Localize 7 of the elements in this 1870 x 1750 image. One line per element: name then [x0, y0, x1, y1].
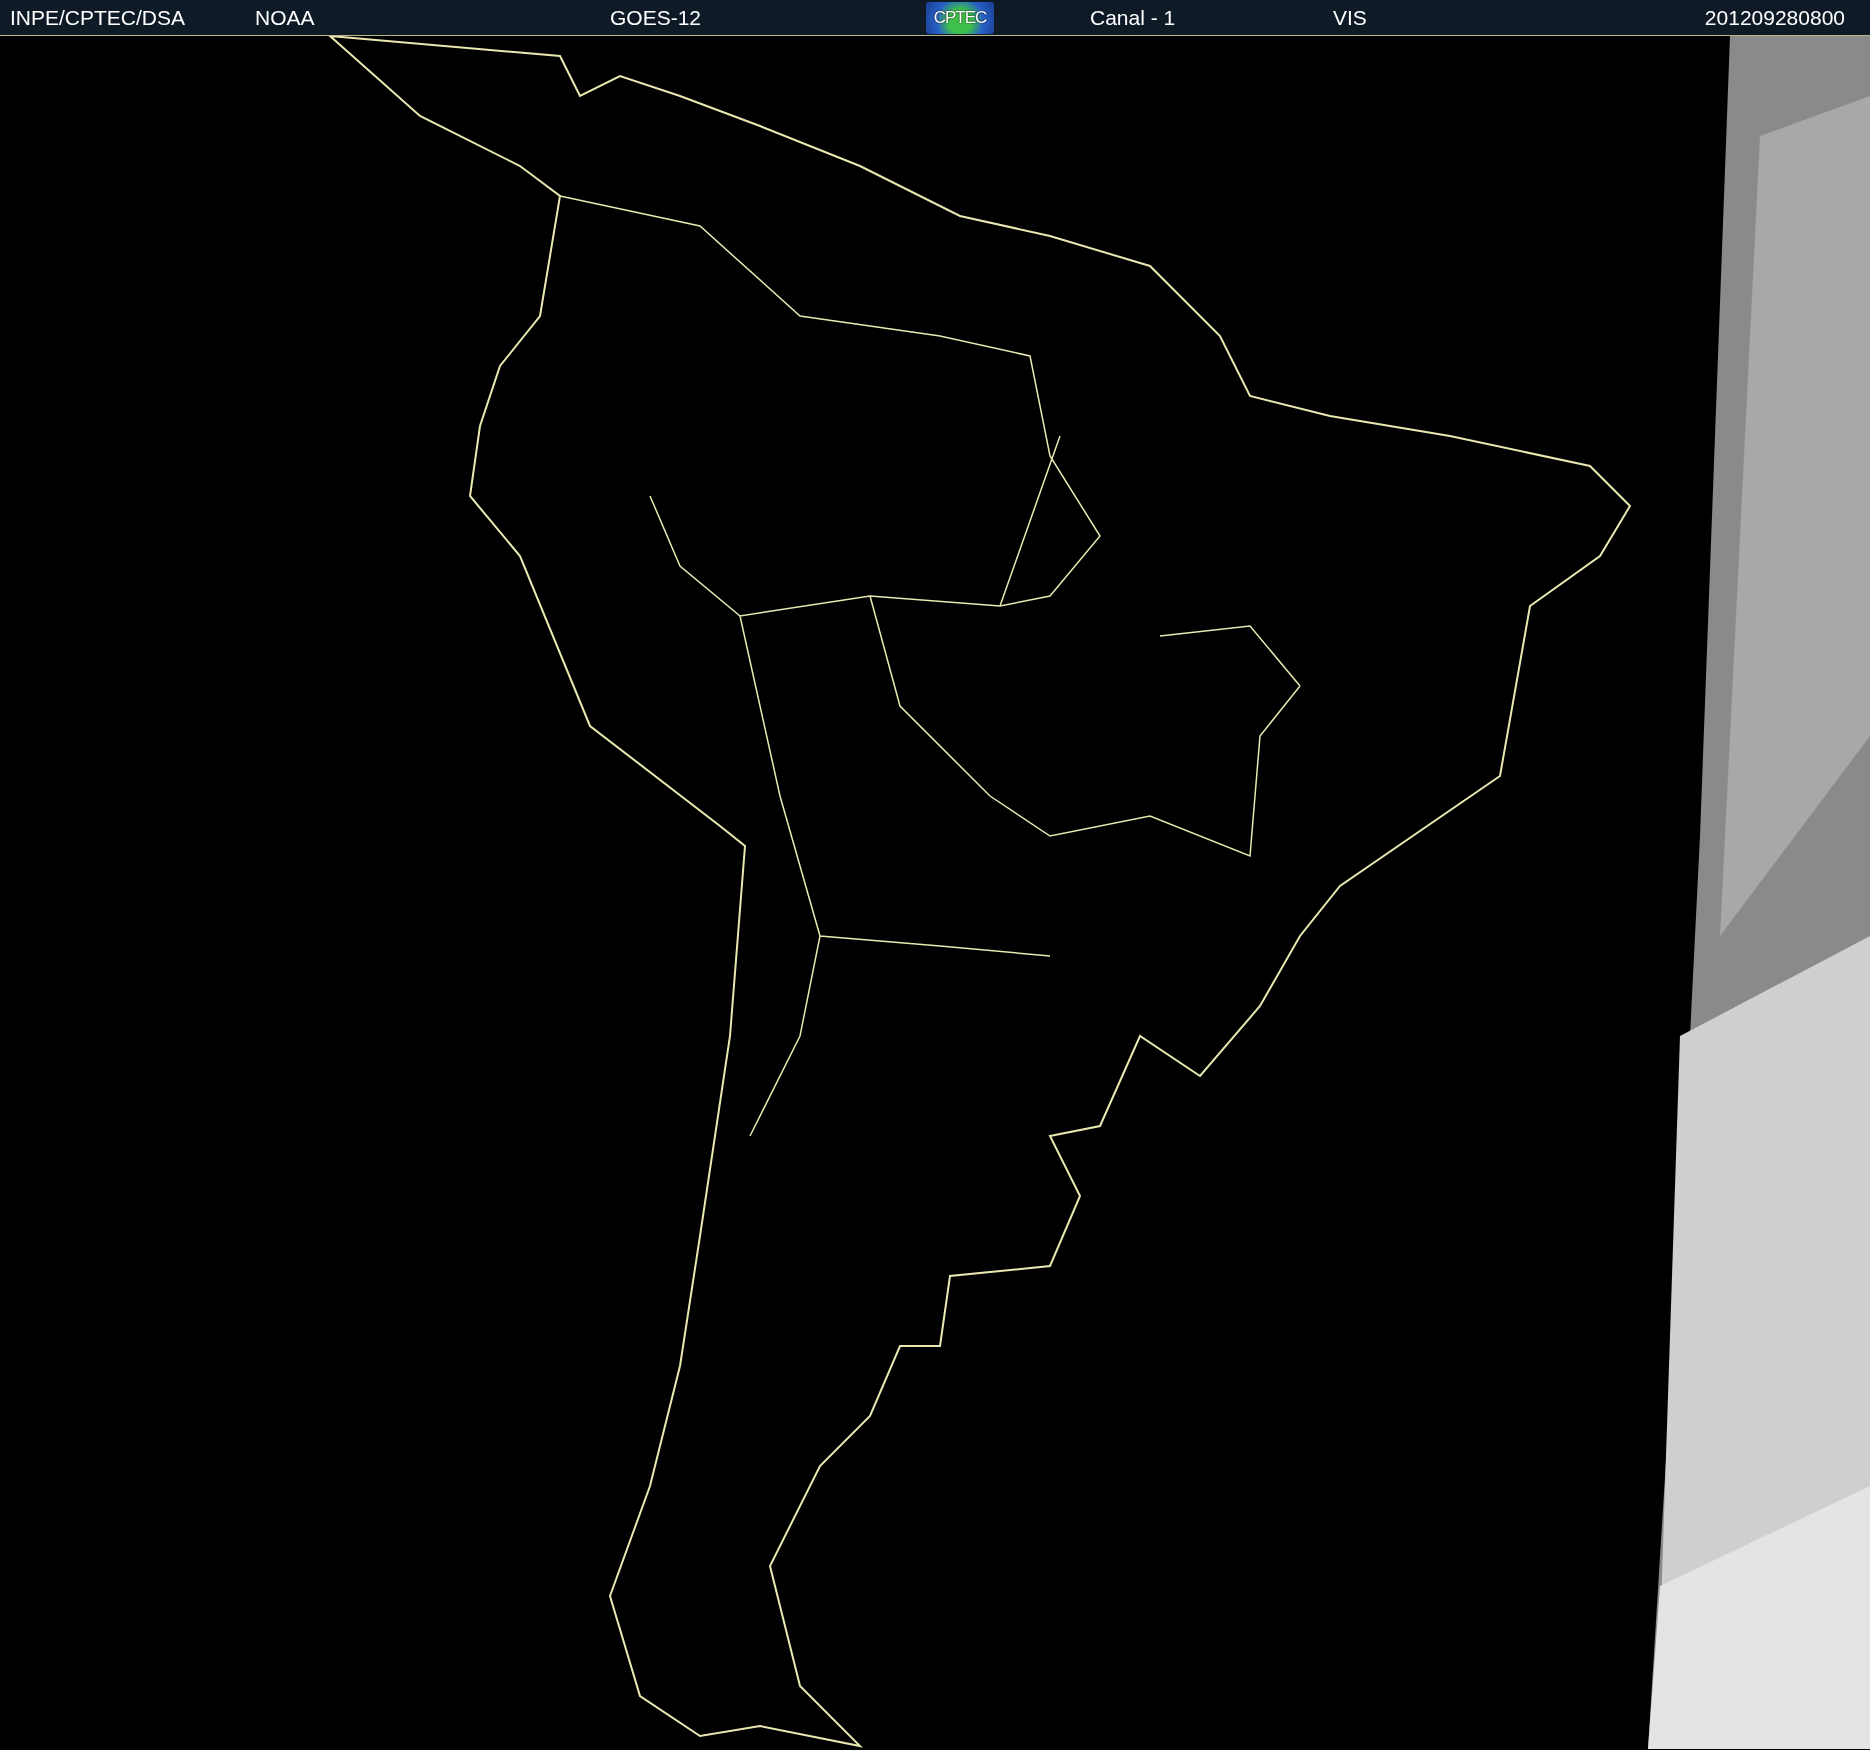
channel-label: Canal - 1	[1090, 5, 1177, 30]
logo: CPTEC	[926, 1, 994, 34]
header-label: INPE/CPTEC/DSA	[10, 5, 187, 30]
header-label: NOAA	[255, 5, 316, 30]
timestamp-label: 201209280800	[1704, 5, 1845, 30]
band-label: VIS	[1333, 5, 1368, 30]
header-label: GOES-12	[610, 5, 703, 30]
